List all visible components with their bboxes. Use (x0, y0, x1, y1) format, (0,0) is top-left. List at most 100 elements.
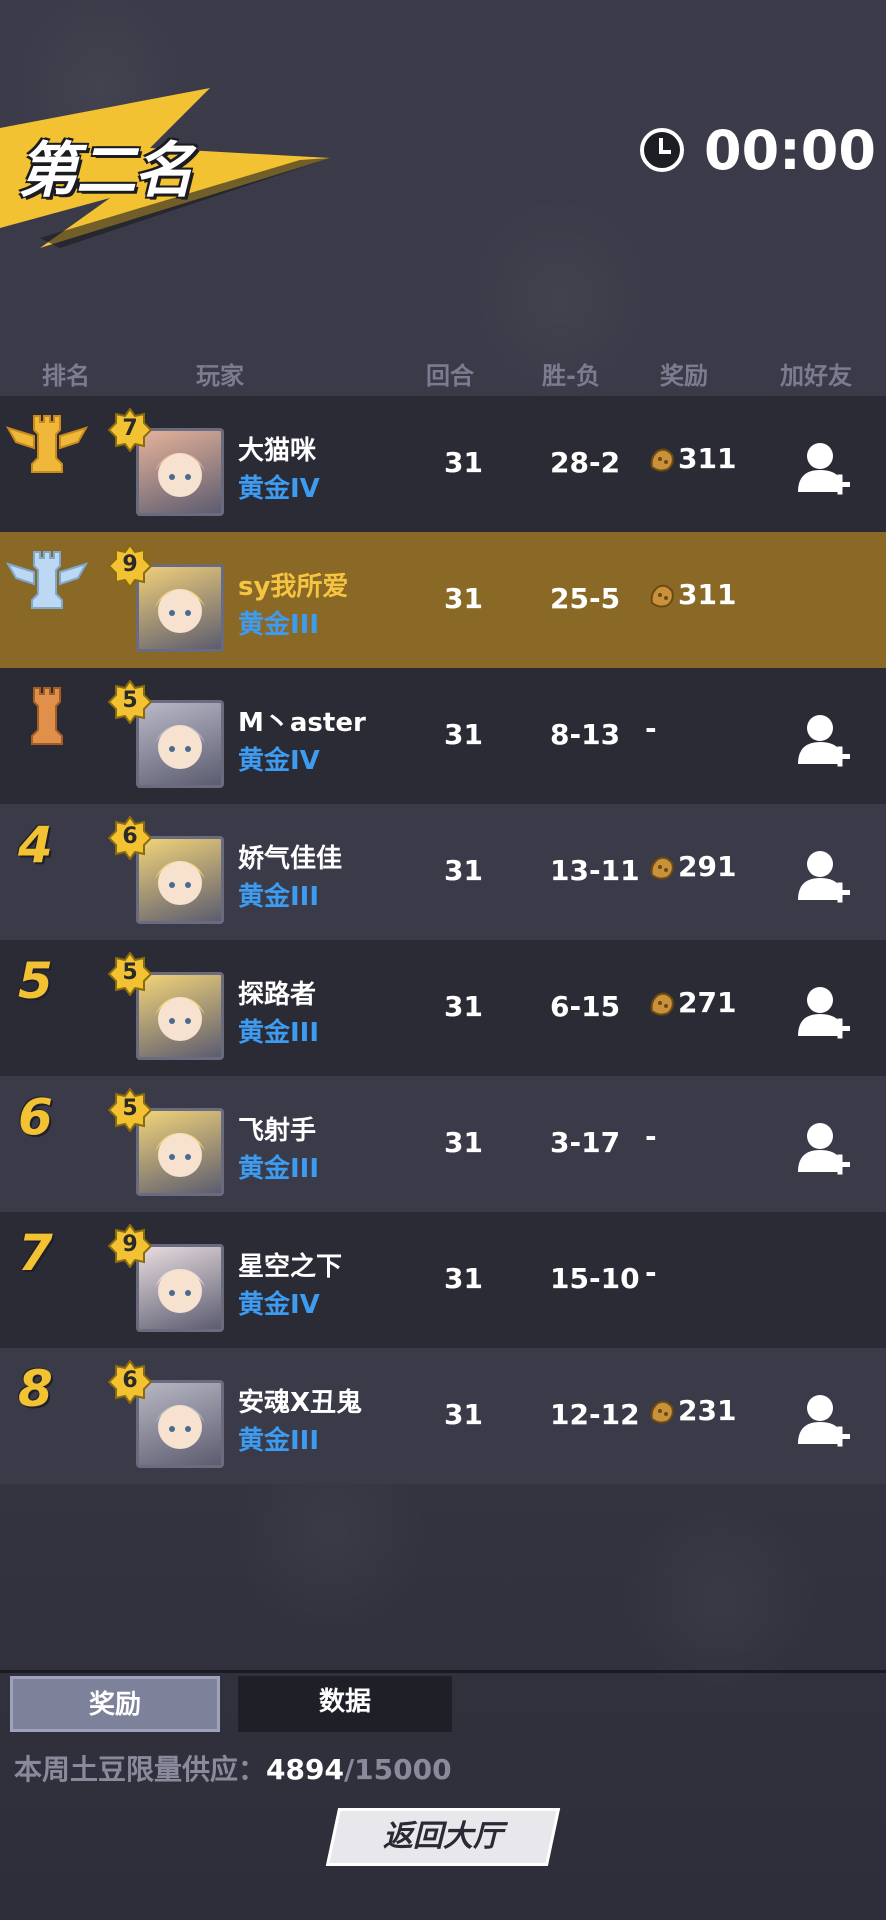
col-win-loss: 胜-负 (542, 362, 600, 390)
divider (0, 1670, 886, 1673)
gold-rook-icon (4, 410, 90, 480)
level-value: 5 (122, 1096, 138, 1121)
weekly-supply: 本周土豆限量供应：4894/15000 (14, 1748, 452, 1788)
leaderboard-row: 7 大猫咪黄金IV 31 28-2 311 (0, 396, 886, 532)
win-loss-value: 15-10 (550, 1262, 640, 1295)
win-loss-value: 8-13 (550, 718, 621, 751)
add-friend-icon[interactable] (796, 1120, 852, 1178)
level-value: 6 (122, 824, 138, 849)
player-tier: 黄金IV (238, 474, 320, 504)
reward-value: 311 (678, 578, 737, 611)
level-value: 9 (122, 552, 138, 577)
add-friend-icon[interactable] (796, 984, 852, 1042)
reward: 311 (648, 578, 736, 611)
rounds-value: 31 (444, 1126, 483, 1159)
level-badge: 5 (108, 952, 152, 996)
player-tier: 黄金III (238, 882, 320, 912)
col-reward: 奖励 (660, 362, 708, 390)
reward-value: 231 (678, 1394, 737, 1427)
player-name: 大猫咪 (238, 436, 317, 466)
col-rounds: 回合 (426, 362, 474, 390)
supply-label: 本周土豆限量供应： (14, 1753, 267, 1786)
player-name: 安魂X丑鬼 (238, 1388, 363, 1418)
level-badge: 9 (108, 1224, 152, 1268)
reward-value: - (645, 712, 657, 745)
player-tier: 黄金IV (238, 746, 320, 776)
placement-title: 第二名 (18, 136, 194, 206)
rounds-value: 31 (444, 446, 483, 479)
player-tier: 黄金III (238, 1018, 320, 1048)
leaderboard-row: 5 5 探路者黄金III 31 6-15 271 (0, 940, 886, 1076)
reward: 291 (648, 850, 736, 883)
leaderboard-row: 9 sy我所爱 黄金III 31 25-5 311 (0, 532, 886, 668)
rounds-value: 31 (444, 718, 483, 751)
rounds-value: 31 (444, 854, 483, 887)
player-name: 星空之下 (238, 1252, 343, 1282)
return-lobby-button[interactable]: 返回大厅 (325, 1808, 561, 1866)
add-friend-icon[interactable] (796, 1392, 852, 1450)
tab-data[interactable]: 数据 (238, 1676, 452, 1732)
leaderboard-row: 7 9 星空之下 黄金IV 31 15-10- (0, 1212, 886, 1348)
rank-number: 4 (18, 816, 53, 874)
win-loss-value: 6-15 (550, 990, 621, 1023)
potato-coin-icon (650, 448, 674, 472)
reward: 311 (648, 442, 736, 475)
col-add-friend: 加好友 (780, 362, 852, 390)
timer: 00:00 (640, 118, 876, 182)
player-tier: 黄金III (238, 1154, 320, 1184)
rounds-value: 31 (444, 1262, 483, 1295)
win-loss-value: 13-11 (550, 854, 640, 887)
bronze-rook-icon (4, 682, 90, 752)
player-tier: 黄金III (238, 610, 320, 640)
rank-number: 5 (18, 952, 53, 1010)
col-rank: 排名 (42, 362, 90, 390)
player-tier: 黄金III (238, 1426, 320, 1456)
level-value: 5 (122, 688, 138, 713)
reward-value: - (645, 1256, 657, 1289)
player-name: 探路者 (238, 980, 317, 1010)
leaderboard-row: 6 5 飞射手 黄金III 31 3-17- (0, 1076, 886, 1212)
tab-rewards[interactable]: 奖励 (10, 1676, 220, 1732)
reward-value: 291 (678, 850, 737, 883)
leaderboard-row: 4 6 娇气佳佳黄金III 31 13-11 291 (0, 804, 886, 940)
reward: 231 (648, 1394, 736, 1427)
rank-number: 6 (18, 1088, 53, 1146)
level-badge: 7 (108, 408, 152, 452)
player-name: 飞射手 (238, 1116, 317, 1146)
level-badge: 5 (108, 1088, 152, 1132)
level-value: 9 (122, 1232, 138, 1257)
add-friend-icon[interactable] (796, 848, 852, 906)
player-name: M丶aster (238, 708, 366, 738)
silver-rook-icon (4, 546, 90, 616)
rank-number: 8 (18, 1360, 53, 1418)
return-lobby-label: 返回大厅 (383, 1819, 503, 1854)
win-loss-value: 3-17 (550, 1126, 621, 1159)
level-value: 5 (122, 960, 138, 985)
rounds-value: 31 (444, 1398, 483, 1431)
player-tier: 黄金IV (238, 1290, 320, 1320)
level-value: 7 (122, 416, 138, 441)
win-loss-value: 25-5 (550, 582, 621, 615)
reward-value: 271 (678, 986, 737, 1019)
col-player: 玩家 (196, 362, 244, 390)
leaderboard-row: 8 6 安魂X丑鬼黄金III 31 12-12 231 (0, 1348, 886, 1484)
win-loss-value: 12-12 (550, 1398, 640, 1431)
supply-max: /15000 (343, 1753, 452, 1786)
level-value: 6 (122, 1368, 138, 1393)
win-loss-value: 28-2 (550, 446, 621, 479)
potato-coin-icon (650, 584, 674, 608)
reward-value: 311 (678, 442, 737, 475)
timer-value: 00:00 (704, 118, 876, 182)
leaderboard-row: 5 M丶aster 黄金IV 31 8-13- (0, 668, 886, 804)
potato-coin-icon (650, 856, 674, 880)
level-badge: 6 (108, 816, 152, 860)
reward: 271 (648, 986, 736, 1019)
add-friend-icon[interactable] (796, 440, 852, 498)
rounds-value: 31 (444, 582, 483, 615)
table-header: 排名 玩家 回合 胜-负 奖励 加好友 (0, 356, 886, 392)
player-name: 娇气佳佳 (238, 844, 343, 874)
rounds-value: 31 (444, 990, 483, 1023)
potato-coin-icon (650, 992, 674, 1016)
level-badge: 9 (108, 544, 152, 588)
add-friend-icon[interactable] (796, 712, 852, 770)
